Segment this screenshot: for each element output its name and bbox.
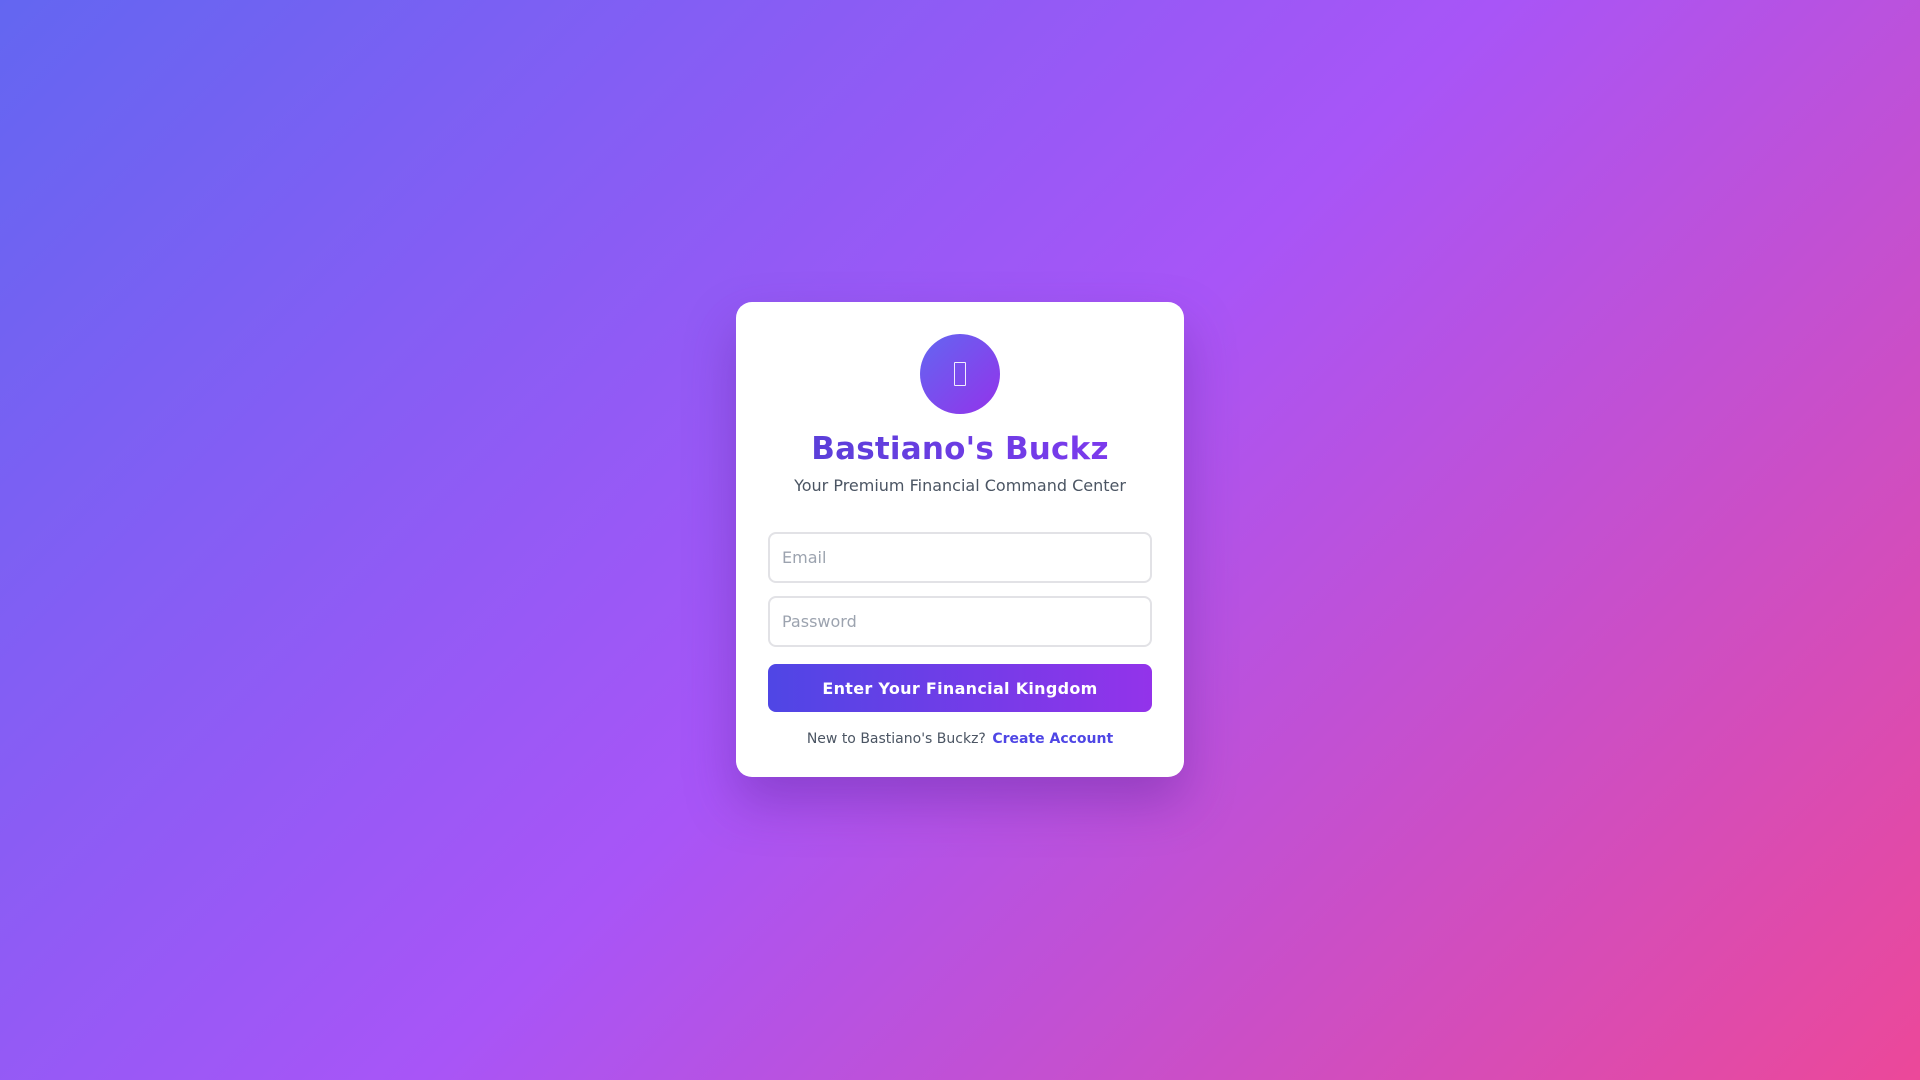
brand-subtitle: Your Premium Financial Command Center bbox=[794, 476, 1126, 495]
signup-row: New to Bastiano's Buckz? Create Account bbox=[807, 730, 1113, 748]
login-page: { "brand": { "logo_icon": "wallet-icon",… bbox=[0, 0, 1920, 1080]
brand-title: Bastiano's Buckz bbox=[811, 431, 1109, 467]
email-input[interactable] bbox=[768, 532, 1152, 583]
password-input[interactable] bbox=[768, 596, 1152, 647]
signup-prompt: New to Bastiano's Buckz? bbox=[806, 731, 986, 747]
create-account-link[interactable]: Create Account bbox=[992, 731, 1113, 747]
login-card: Bastiano's Buckz Your Premium Financial … bbox=[736, 302, 1184, 777]
login-form: Enter Your Financial Kingdom bbox=[768, 532, 1152, 712]
login-submit-button[interactable]: Enter Your Financial Kingdom bbox=[768, 664, 1152, 712]
logo-badge bbox=[920, 334, 1000, 414]
wallet-icon bbox=[954, 362, 966, 386]
